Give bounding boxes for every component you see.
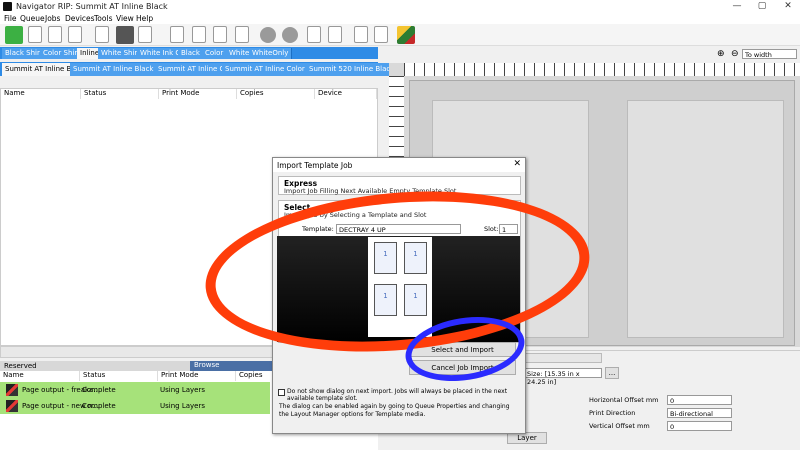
reserved-label: Reserved	[4, 362, 37, 370]
job-thumbnail	[6, 384, 18, 396]
dialog-title: Import Template Job	[277, 161, 353, 170]
h-offset-select[interactable]: 0	[667, 395, 732, 405]
zoom-select[interactable]: To width	[742, 49, 797, 59]
column-print-mode[interactable]: Print Mode	[159, 89, 237, 99]
delete-job-icon[interactable]	[28, 26, 42, 43]
menu-file[interactable]: File	[4, 14, 17, 23]
print-direction-select[interactable]: Bi-directional	[667, 408, 732, 418]
dont-show-checkbox[interactable]	[278, 389, 285, 396]
maximize-button[interactable]: ▢	[755, 1, 769, 11]
media-more-button[interactable]: ...	[605, 367, 619, 379]
reserved-column-status[interactable]: Status	[80, 371, 158, 381]
color-manager-icon[interactable]	[397, 26, 415, 44]
row-mode: Using Layers	[160, 386, 205, 394]
device-icon[interactable]	[374, 26, 388, 43]
menu-tools[interactable]: Tools	[94, 14, 112, 23]
column-device[interactable]: Device	[315, 89, 377, 99]
reserved-column-name[interactable]: Name	[0, 371, 80, 381]
h-offset-label: Horizontal Offset mm	[589, 396, 659, 404]
menu-bar: File Queue Jobs Devices Tools View Help	[0, 13, 800, 24]
pause-icon[interactable]	[260, 27, 276, 43]
dialog-note: The dialog can be enabled again by going…	[279, 403, 510, 418]
device-tab-bar: Summit AT Inline Black Summit AT Inline …	[0, 62, 399, 76]
row-status: Complete	[82, 402, 116, 410]
media-dropdown[interactable]	[524, 353, 602, 363]
dont-show-label: Do not show dialog on next import. Jobs …	[287, 388, 508, 402]
tab-white-only[interactable]: WhiteOnly	[249, 48, 293, 59]
close-button[interactable]: ✕	[781, 1, 795, 11]
v-offset-label: Vertical Offset mm	[589, 422, 650, 430]
stop-icon[interactable]	[282, 27, 298, 43]
print-icon[interactable]	[116, 26, 134, 44]
nest-icon[interactable]	[192, 26, 206, 43]
menu-jobs[interactable]: Jobs	[45, 14, 60, 23]
add-job-icon[interactable]	[5, 26, 23, 44]
queue-icon[interactable]	[354, 26, 368, 43]
tab-summit-520-inline-black[interactable]: Summit 520 Inline Black	[306, 63, 399, 76]
row-status: Complete	[82, 386, 116, 394]
tab-black[interactable]: Black	[178, 48, 204, 59]
zoom-bar: ⊕ ⊖ To width	[389, 47, 800, 63]
cancel-send-icon[interactable]	[328, 26, 342, 43]
menu-view[interactable]: View	[116, 14, 134, 23]
toolbar	[0, 24, 800, 46]
dialog-title-bar: Import Template Job ✕	[273, 158, 525, 172]
zoom-out-icon[interactable]: ⊖	[731, 49, 739, 59]
menu-devices[interactable]: Devices	[65, 14, 95, 23]
zoom-in-icon[interactable]: ⊕	[717, 49, 725, 59]
media-size-field[interactable]: Size: [15.35 in x 24.25 in]	[524, 368, 602, 386]
preview-icon[interactable]	[138, 26, 152, 43]
tile-icon[interactable]	[213, 26, 227, 43]
job-thumbnail	[6, 400, 18, 412]
row-mode: Using Layers	[160, 402, 205, 410]
app-icon	[3, 2, 12, 11]
template-slot-right[interactable]	[627, 100, 784, 338]
column-name[interactable]: Name	[1, 89, 81, 99]
window-title: Navigator RIP: Summit AT Inline Black	[16, 2, 168, 11]
job-page-icon[interactable]	[68, 26, 82, 43]
menu-queue[interactable]: Queue	[20, 14, 45, 23]
layout-icon[interactable]	[170, 26, 184, 43]
table-row[interactable]: Page output - new n... Complete Using La…	[0, 398, 270, 414]
crop-icon[interactable]	[235, 26, 249, 43]
tab-color[interactable]: Color	[202, 48, 228, 59]
column-copies[interactable]: Copies	[237, 89, 315, 99]
send-icon[interactable]	[307, 26, 321, 43]
minimize-button[interactable]: —	[730, 1, 744, 11]
copy-job-icon[interactable]	[95, 26, 109, 43]
table-row[interactable]: Page output - freaka... Complete Using L…	[0, 382, 270, 398]
process-job-icon[interactable]	[48, 26, 62, 43]
reserved-column-print-mode[interactable]: Print Mode	[158, 371, 236, 381]
queue-tab-bar: Black Shirts Color Shirts Inline White S…	[0, 47, 378, 59]
v-offset-select[interactable]: 0	[667, 421, 732, 431]
print-direction-label: Print Direction	[589, 409, 636, 417]
menu-help[interactable]: Help	[136, 14, 153, 23]
title-bar: Navigator RIP: Summit AT Inline Black — …	[0, 0, 800, 13]
dialog-close-icon[interactable]: ✕	[513, 159, 521, 169]
column-status[interactable]: Status	[81, 89, 159, 99]
horizontal-ruler	[404, 63, 800, 76]
